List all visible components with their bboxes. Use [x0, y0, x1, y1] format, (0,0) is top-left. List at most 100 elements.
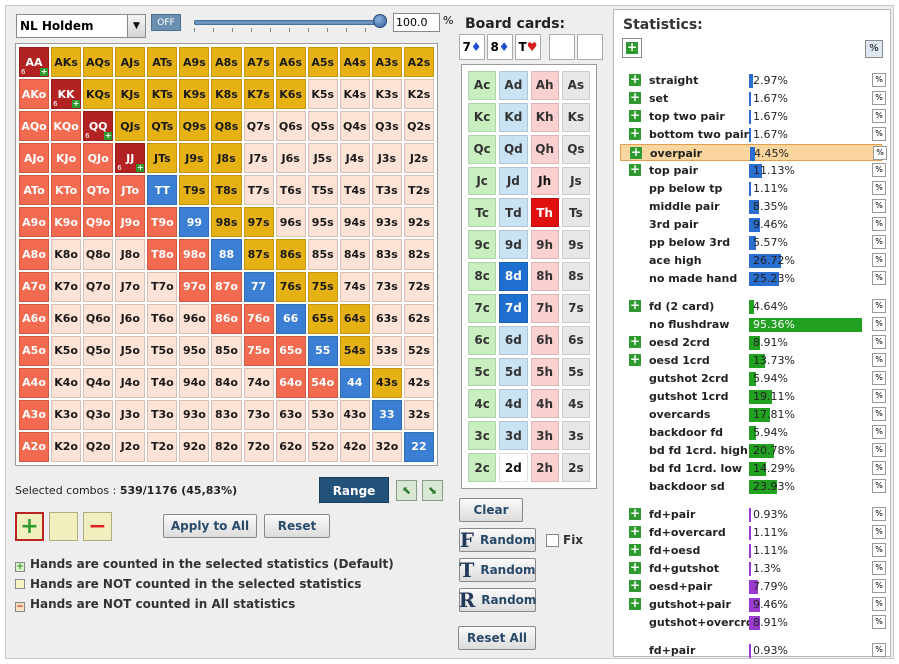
export-range-icon[interactable]: ⬊ — [422, 480, 443, 501]
hand-cell-AJs[interactable]: AJs — [115, 47, 146, 78]
stat-row[interactable]: + fd (2 card) 4.64%% — [620, 298, 886, 315]
random-flop-button[interactable]: F Random — [459, 528, 536, 552]
hand-cell-32o[interactable]: 32o — [371, 431, 402, 462]
plus-icon[interactable]: + — [629, 597, 641, 610]
hand-cell-TT[interactable]: TT — [147, 175, 178, 206]
card-2s[interactable]: 2s — [561, 453, 590, 482]
hand-cell-65s[interactable]: 65s — [307, 303, 338, 334]
hand-cell-75o[interactable]: 75o — [243, 335, 274, 366]
stat-row[interactable]: overcards 17.81%% — [620, 406, 886, 423]
hand-cell-T4s[interactable]: T4s — [339, 175, 370, 206]
card-8d[interactable]: 8d — [499, 262, 528, 291]
card-Js[interactable]: Js — [561, 166, 590, 196]
hand-cell-T2o[interactable]: T2o — [147, 431, 178, 462]
hand-cell-QTo[interactable]: QTo — [83, 175, 114, 206]
stat-row[interactable]: pp below tp 1.11%% — [620, 180, 886, 197]
hand-cell-83s[interactable]: 83s — [371, 239, 402, 270]
hand-cell-86o[interactable]: 86o — [211, 303, 242, 334]
hand-cell-A9s[interactable]: A9s — [179, 47, 210, 78]
hand-cell-52o[interactable]: 52o — [307, 431, 338, 462]
stat-percent-button[interactable]: % — [872, 181, 886, 195]
stat-percent-button[interactable]: % — [872, 643, 886, 657]
hand-cell-T8o[interactable]: T8o — [147, 239, 178, 270]
stat-percent-button[interactable]: % — [872, 299, 886, 313]
hand-cell-96o[interactable]: 96o — [179, 303, 210, 334]
stat-row[interactable]: backdoor fd 5.94%% — [620, 424, 886, 441]
stat-row[interactable]: gutshot 2crd 5.94%% — [620, 370, 886, 387]
hand-cell-T2s[interactable]: T2s — [403, 175, 434, 206]
hand-cell-KJo[interactable]: KJo — [51, 143, 82, 174]
hand-cell-Q4s[interactable]: Q4s — [339, 111, 370, 142]
plus-icon[interactable]: + — [629, 299, 641, 312]
card-Qd[interactable]: Qd — [499, 134, 528, 164]
hand-cell-KK[interactable]: KK 6 + — [51, 79, 82, 110]
hand-cell-76s[interactable]: 76s — [275, 271, 306, 302]
card-6s[interactable]: 6s — [561, 325, 590, 355]
plus-icon[interactable]: + — [629, 579, 641, 592]
hand-cell-75s[interactable]: 75s — [307, 271, 338, 302]
hand-cell-82o[interactable]: 82o — [211, 431, 242, 462]
hand-cell-A2o[interactable]: A2o — [19, 431, 50, 462]
card-Ts[interactable]: Ts — [561, 198, 590, 228]
hand-cell-QJo[interactable]: QJo — [83, 143, 114, 174]
hand-cell-A3s[interactable]: A3s — [371, 47, 402, 78]
hand-cell-43o[interactable]: 43o — [339, 399, 370, 430]
stat-row[interactable]: + straight 2.97%% — [620, 72, 886, 89]
hand-cell-72s[interactable]: 72s — [403, 271, 434, 302]
board-card-3[interactable]: T ♥ — [515, 34, 541, 60]
card-4d[interactable]: 4d — [499, 389, 528, 419]
stat-row[interactable]: + fd+gutshot 1.3%% — [620, 560, 886, 577]
hand-cell-97o[interactable]: 97o — [179, 271, 210, 302]
hand-cell-87s[interactable]: 87s — [243, 239, 274, 270]
card-Jc[interactable]: Jc — [468, 166, 497, 196]
hand-cell-JJ[interactable]: JJ 6 + — [115, 143, 146, 174]
plus-icon[interactable]: + — [629, 543, 641, 556]
hand-cell-K5o[interactable]: K5o — [51, 335, 82, 366]
hand-cell-KJs[interactable]: KJs — [115, 79, 146, 110]
hand-cell-72o[interactable]: 72o — [243, 431, 274, 462]
stat-row[interactable]: + set 1.67%% — [620, 90, 886, 107]
stat-percent-button[interactable]: % — [872, 353, 886, 367]
hand-cell-73o[interactable]: 73o — [243, 399, 274, 430]
hand-cell-98s[interactable]: 98s — [211, 207, 242, 238]
card-6d[interactable]: 6d — [499, 325, 528, 355]
hand-cell-T9o[interactable]: T9o — [147, 207, 178, 238]
hand-cell-63s[interactable]: 63s — [371, 303, 402, 334]
stat-percent-button[interactable]: % — [872, 597, 886, 611]
plus-icon[interactable]: + — [629, 73, 641, 86]
hand-cell-44[interactable]: 44 — [339, 367, 370, 398]
stat-percent-button[interactable]: % — [872, 443, 886, 457]
hand-cell-T3s[interactable]: T3s — [371, 175, 402, 206]
hand-cell-KTo[interactable]: KTo — [51, 175, 82, 206]
hand-cell-J5s[interactable]: J5s — [307, 143, 338, 174]
hand-cell-84s[interactable]: 84s — [339, 239, 370, 270]
card-Th[interactable]: Th — [530, 198, 559, 228]
import-range-icon[interactable]: ⬉ — [396, 480, 417, 501]
stat-percent-button[interactable]: % — [872, 91, 886, 105]
card-9s[interactable]: 9s — [561, 230, 590, 260]
hand-cell-KTs[interactable]: KTs — [147, 79, 178, 110]
card-5s[interactable]: 5s — [561, 357, 590, 387]
card-5c[interactable]: 5c — [468, 357, 497, 387]
card-8c[interactable]: 8c — [468, 262, 497, 291]
hand-cell-A9o[interactable]: A9o — [19, 207, 50, 238]
card-9h[interactable]: 9h — [530, 230, 559, 260]
stat-percent-button[interactable]: % — [872, 73, 886, 87]
stat-row[interactable]: gutshot+overcrd 8.91%% — [620, 614, 886, 631]
hand-cell-52s[interactable]: 52s — [403, 335, 434, 366]
card-7c[interactable]: 7c — [468, 293, 497, 323]
hand-cell-J5o[interactable]: J5o — [115, 335, 146, 366]
hand-cell-65o[interactable]: 65o — [275, 335, 306, 366]
stat-row[interactable]: fd+pair 0.93%% — [620, 642, 886, 659]
stat-percent-button[interactable]: % — [872, 235, 886, 249]
hand-cell-J3o[interactable]: J3o — [115, 399, 146, 430]
range-slider-knob[interactable] — [373, 14, 387, 28]
stat-row[interactable]: pp below 3rd 5.57%% — [620, 234, 886, 251]
hand-cell-99[interactable]: 99 — [179, 207, 210, 238]
hand-cell-J4o[interactable]: J4o — [115, 367, 146, 398]
hand-cell-A5o[interactable]: A5o — [19, 335, 50, 366]
hand-cell-J2s[interactable]: J2s — [403, 143, 434, 174]
card-Kh[interactable]: Kh — [530, 102, 559, 132]
hand-cell-Q8s[interactable]: Q8s — [211, 111, 242, 142]
hand-cell-Q7s[interactable]: Q7s — [243, 111, 274, 142]
